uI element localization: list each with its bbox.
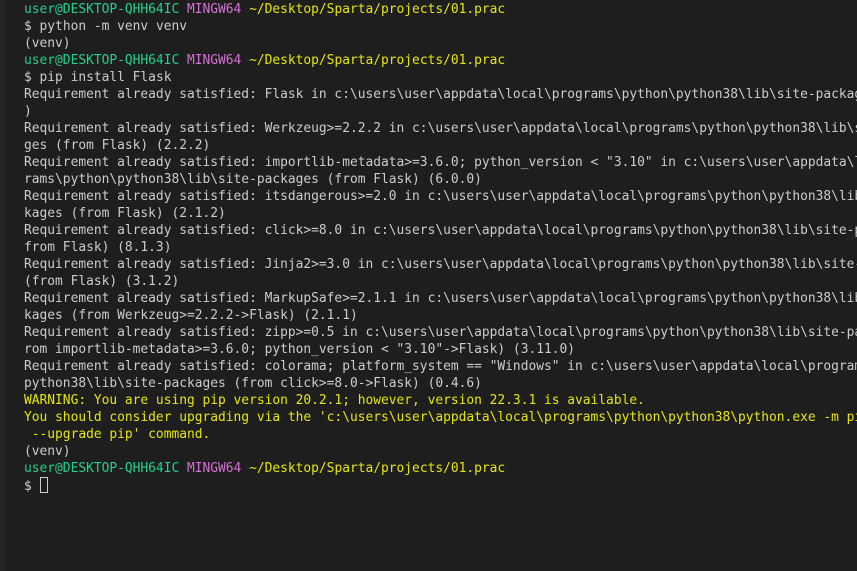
output-line: (venv) xyxy=(24,36,71,51)
output-line: ges (from Flask) (2.2.2) xyxy=(24,138,211,153)
terminal[interactable]: user@DESKTOP-QHH64IC MINGW64 ~/Desktop/S… xyxy=(0,0,857,571)
output-line: (from Flask) (3.1.2) xyxy=(24,274,180,289)
output-line: python38\lib\site-packages (from click>=… xyxy=(24,376,482,391)
prompt-path: ~/Desktop/Sparta/projects/01.prac xyxy=(249,2,506,17)
prompt-path: ~/Desktop/Sparta/projects/01.prac xyxy=(249,53,506,68)
output-line: Requirement already satisfied: MarkupSaf… xyxy=(24,291,857,306)
output-line: Requirement already satisfied: colorama;… xyxy=(24,359,857,374)
prompt-line: user@DESKTOP-QHH64IC MINGW64 ~/Desktop/S… xyxy=(24,1,857,18)
prompt-user: user@DESKTOP-QHH64IC xyxy=(24,53,180,68)
prompt-symbol: $ xyxy=(24,19,32,34)
prompt-shell: MINGW64 xyxy=(186,461,242,476)
text-cursor[interactable] xyxy=(39,477,48,493)
output-line: from Flask) (8.1.3) xyxy=(24,240,172,255)
prompt-user: user@DESKTOP-QHH64IC xyxy=(24,2,180,17)
output-line: Requirement already satisfied: itsdanger… xyxy=(24,189,857,204)
output-line: Requirement already satisfied: Flask in … xyxy=(24,87,857,102)
command-line: $ python -m venv venv xyxy=(24,18,857,35)
warning-line: --upgrade pip' command. xyxy=(24,427,211,442)
output-line: Requirement already satisfied: Jinja2>=3… xyxy=(24,257,857,272)
output-line: Requirement already satisfied: importlib… xyxy=(24,155,857,170)
output-line: kages (from Flask) (2.1.2) xyxy=(24,206,226,221)
output-line: Requirement already satisfied: Werkzeug>… xyxy=(24,121,857,136)
prompt-path: ~/Desktop/Sparta/projects/01.prac xyxy=(249,461,506,476)
command-line: $ pip install Flask xyxy=(24,69,857,86)
prompt-symbol: $ xyxy=(24,479,32,494)
prompt-line: user@DESKTOP-QHH64IC MINGW64 ~/Desktop/S… xyxy=(24,460,857,477)
prompt-symbol: $ xyxy=(24,70,32,85)
prompt-shell: MINGW64 xyxy=(186,2,242,17)
output-line: rams\python\python38\lib\site-packages (… xyxy=(24,172,482,187)
prompt-shell: MINGW64 xyxy=(186,53,242,68)
command-text: python -m venv venv xyxy=(39,19,187,34)
prompt-line: user@DESKTOP-QHH64IC MINGW64 ~/Desktop/S… xyxy=(24,52,857,69)
warning-line: WARNING: You are using pip version 20.2.… xyxy=(24,393,645,408)
active-input-line[interactable]: $ xyxy=(24,477,857,494)
output-line: rom importlib-metadata>=3.6.0; python_ve… xyxy=(24,342,576,357)
output-line: Requirement already satisfied: click>=8.… xyxy=(24,223,857,238)
output-line: (venv) xyxy=(24,444,71,459)
output-line: ) xyxy=(24,104,32,119)
output-line: Requirement already satisfied: zipp>=0.5… xyxy=(24,325,857,340)
command-text: pip install Flask xyxy=(39,70,172,85)
prompt-user: user@DESKTOP-QHH64IC xyxy=(24,461,180,476)
output-line: kages (from Werkzeug>=2.2.2->Flask) (2.1… xyxy=(24,308,358,323)
warning-line: You should consider upgrading via the 'c… xyxy=(24,410,857,425)
panel-edge xyxy=(0,0,6,571)
